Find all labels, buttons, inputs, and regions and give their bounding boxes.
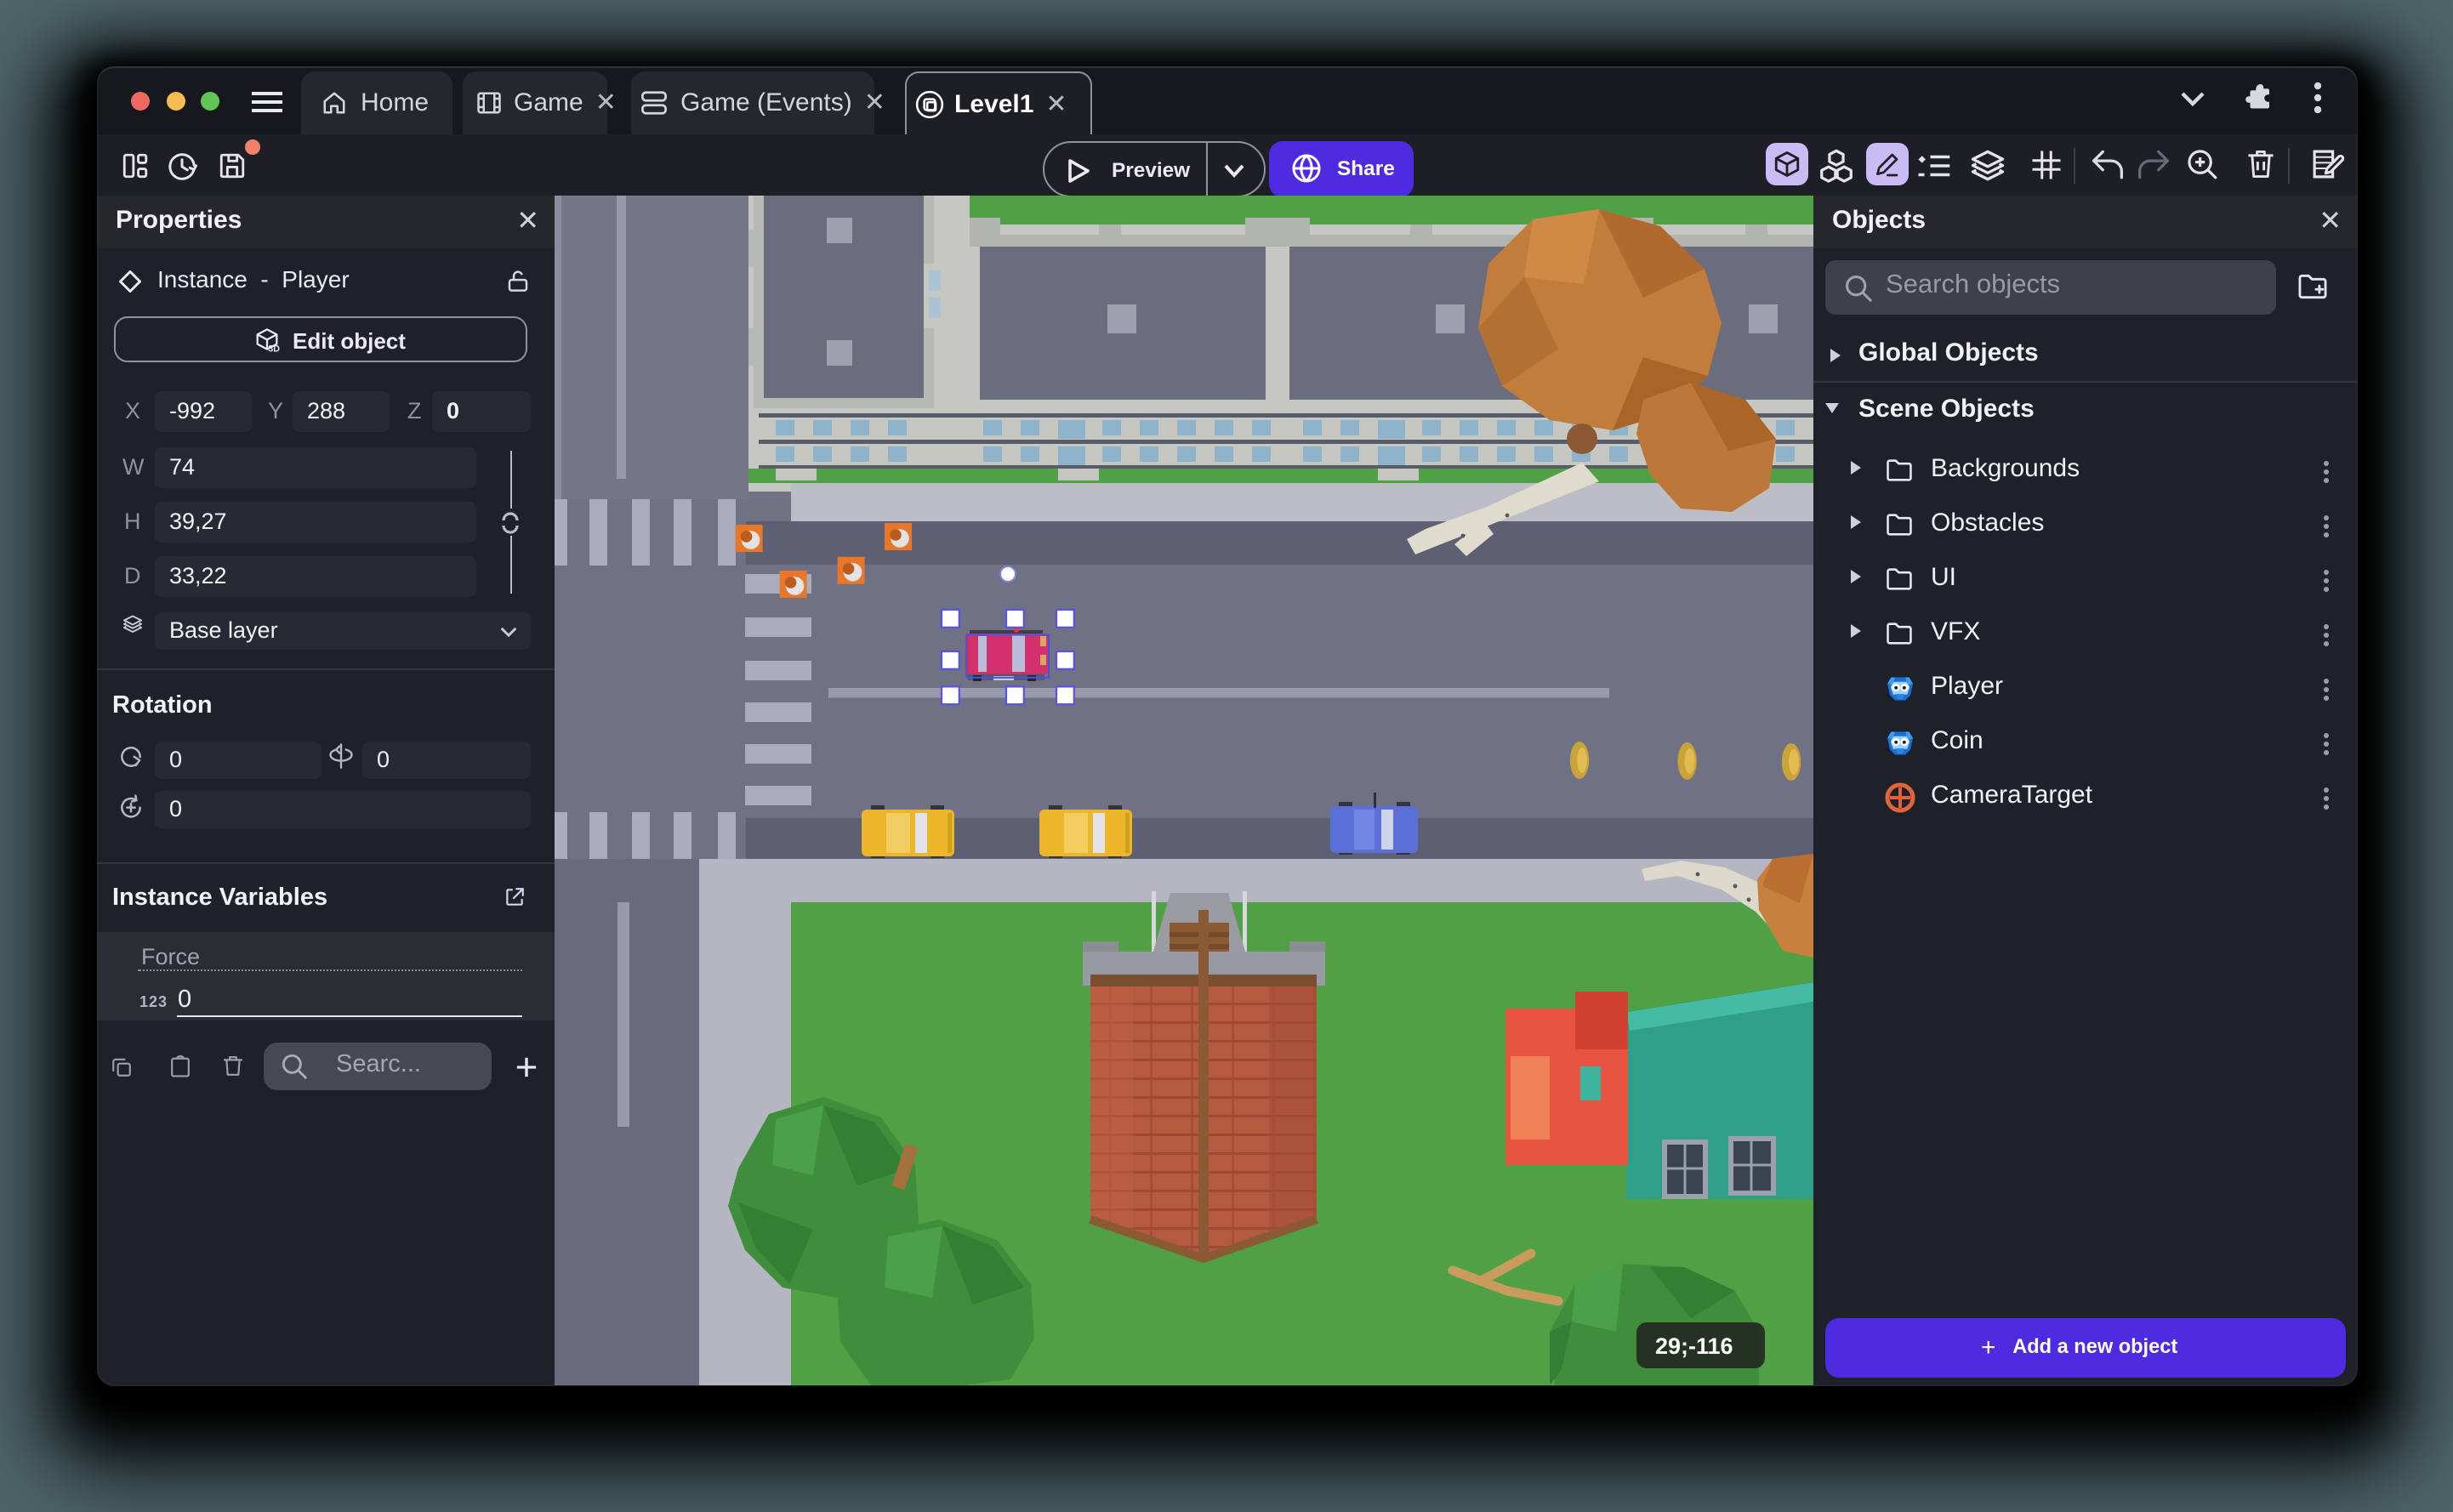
svg-text:3D: 3D — [268, 343, 280, 353]
svg-text:29;-116: 29;-116 — [1655, 1333, 1733, 1359]
